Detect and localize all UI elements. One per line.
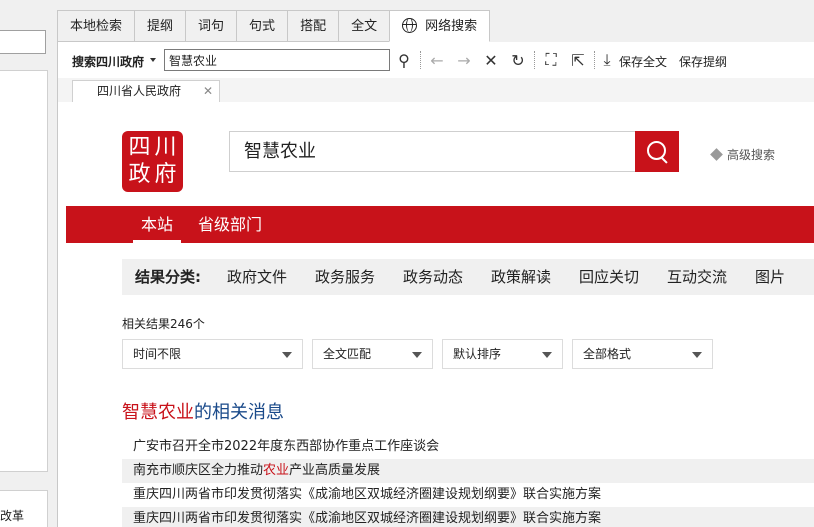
left-bottom-panel: 改革 — [0, 490, 48, 527]
page-tab-title: 四川省人民政府 — [97, 84, 182, 98]
result-text: 重庆四川两省市印发贯彻落实《成渝地区双城经济圈建设规划纲要》联合实施方案 — [133, 487, 602, 502]
site-nav-bar: 本站 省级部门 — [66, 206, 814, 243]
format-filter-select[interactable]: 全部格式 — [572, 339, 713, 369]
result-highlight: 农业 — [263, 463, 290, 478]
tab-web-search-label: 网络搜索 — [425, 19, 478, 34]
save-full-text-button[interactable]: 保存全文 — [619, 53, 667, 70]
logo-char: 川 — [154, 134, 177, 160]
chevron-down-icon — [412, 352, 422, 358]
tab-phrases[interactable]: 词句 — [185, 10, 237, 42]
stop-icon[interactable]: ✕ — [481, 50, 501, 70]
browser-toolbar: 搜索四川政府 ⚲ ← → ✕ ↻ ⛶ ⇱ ⤓ 保存全文 保存提纲 — [58, 42, 814, 78]
advanced-search-link[interactable]: 高级搜索 — [710, 146, 776, 163]
fullscreen-icon[interactable]: ⛶ — [541, 50, 561, 70]
chevron-down-icon — [282, 352, 292, 358]
chevron-down-icon — [692, 352, 702, 358]
category-policy-interpretation[interactable]: 政策解读 — [491, 259, 551, 295]
back-arrow-icon[interactable]: ← — [427, 50, 447, 70]
format-filter-value: 全部格式 — [583, 347, 632, 361]
dropdown-caret-icon[interactable] — [150, 58, 156, 62]
result-text: 南充市顺庆区全力推动 — [133, 463, 264, 478]
category-gov-news[interactable]: 政务动态 — [403, 259, 463, 295]
result-category-bar: 结果分类: 政府文件 政务服务 政务动态 政策解读 回应关切 互动交流 图片 — [122, 259, 814, 295]
globe-icon — [402, 18, 418, 33]
tab-full-text[interactable]: 全文 — [338, 10, 390, 42]
category-interaction[interactable]: 互动交流 — [667, 259, 727, 295]
category-responses[interactable]: 回应关切 — [579, 259, 639, 295]
match-filter-select[interactable]: 全文匹配 — [312, 339, 433, 369]
page-tab-bar: 四川省人民政府 ✕ — [58, 78, 814, 102]
tab-web-search[interactable]: 网络搜索 — [389, 10, 491, 42]
download-icon[interactable]: ⤓ — [597, 50, 617, 70]
time-filter-select[interactable]: 时间不限 — [122, 339, 303, 369]
category-images[interactable]: 图片 — [755, 259, 785, 295]
tab-outline[interactable]: 提纲 — [134, 10, 186, 42]
page-tab[interactable]: 四川省人民政府 ✕ — [72, 80, 220, 102]
left-results-panel — [0, 70, 48, 472]
site-search-button[interactable] — [635, 131, 679, 172]
match-filter-value: 全文匹配 — [323, 347, 372, 361]
site-logo[interactable]: 四 川 政 府 — [122, 131, 183, 192]
results-list: 广安市召开全市2022年度东西部协作重点工作座谈会 南充市顺庆区全力推动农业产业… — [122, 435, 814, 527]
chevron-down-icon — [542, 352, 552, 358]
result-text: 广安市召开全市2022年度东西部协作重点工作座谈会 — [133, 439, 440, 454]
list-item[interactable]: 重庆四川两省市印发贯彻落实《成渝地区双城经济圈建设规划纲要》联合实施方案 — [122, 507, 814, 527]
diamond-icon — [710, 148, 723, 161]
refresh-icon[interactable]: ↻ — [508, 50, 528, 70]
tab-collocations[interactable]: 搭配 — [287, 10, 339, 42]
logo-char: 四 — [128, 134, 151, 160]
logo-char: 政 — [128, 162, 151, 188]
tab-sentence-patterns[interactable]: 句式 — [236, 10, 288, 42]
category-gov-documents[interactable]: 政府文件 — [227, 259, 287, 295]
left-pane: 改革 — [0, 0, 56, 527]
list-item[interactable]: 南充市顺庆区全力推动农业产业高质量发展 — [122, 459, 814, 483]
web-browser: 搜索四川政府 ⚲ ← → ✕ ↻ ⛶ ⇱ ⤓ 保存全文 保存提纲 四川省人民政府… — [57, 42, 814, 527]
web-page: 四 川 政 府 智慧农业 高级搜索 本站 省级部门 结果分类: 政府文件 政务服… — [66, 102, 814, 527]
nav-tab-this-site[interactable]: 本站 — [132, 206, 182, 243]
results-heading: 智慧农业的相关消息 — [122, 398, 284, 424]
left-search-input[interactable] — [0, 30, 46, 54]
list-item[interactable]: 广安市召开全市2022年度东西部协作重点工作座谈会 — [122, 435, 814, 459]
tab-local-search[interactable]: 本地检索 — [57, 10, 135, 42]
main-tabs: 本地检索 提纲 词句 句式 搭配 全文 网络搜索 — [57, 10, 491, 42]
open-external-icon[interactable]: ⇱ — [568, 50, 588, 70]
time-filter-value: 时间不限 — [133, 347, 182, 361]
result-count: 相关结果246个 — [122, 317, 205, 331]
category-gov-services[interactable]: 政务服务 — [315, 259, 375, 295]
sort-filter-select[interactable]: 默认排序 — [442, 339, 563, 369]
search-source-dropdown[interactable]: 搜索四川政府 — [72, 53, 144, 70]
sort-filter-value: 默认排序 — [453, 347, 502, 361]
results-heading-rest: 的相关消息 — [194, 402, 284, 423]
left-bottom-text: 改革 — [0, 509, 25, 523]
close-tab-icon[interactable]: ✕ — [203, 81, 213, 101]
nav-tab-provincial-departments[interactable]: 省级部门 — [198, 206, 262, 243]
result-text: 重庆四川两省市印发贯彻落实《成渝地区双城经济圈建设规划纲要》联合实施方案 — [133, 511, 602, 526]
save-outline-button[interactable]: 保存提纲 — [679, 53, 727, 70]
logo-char: 府 — [154, 162, 177, 188]
forward-arrow-icon[interactable]: → — [454, 50, 474, 70]
site-search-input[interactable]: 智慧农业 — [229, 131, 636, 172]
search-icon[interactable]: ⚲ — [394, 50, 414, 70]
category-label: 结果分类: — [135, 268, 201, 286]
query-input[interactable] — [164, 49, 390, 71]
list-item[interactable]: 重庆四川两省市印发贯彻落实《成渝地区双城经济圈建设规划纲要》联合实施方案 — [122, 483, 814, 507]
result-text: 产业高质量发展 — [289, 463, 381, 478]
advanced-search-label: 高级搜索 — [727, 148, 776, 162]
results-heading-keyword: 智慧农业 — [122, 402, 194, 423]
